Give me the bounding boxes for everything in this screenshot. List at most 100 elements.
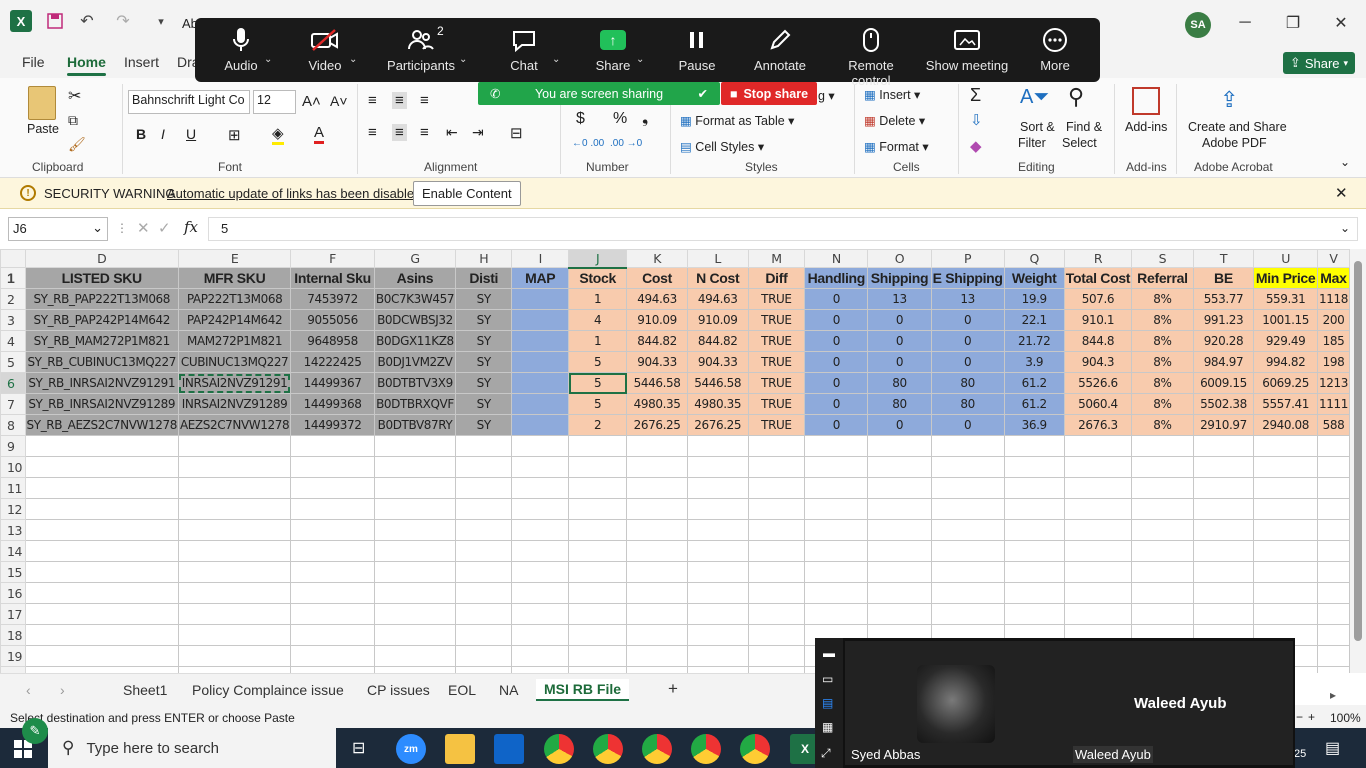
empty-cell[interactable] — [373, 498, 457, 520]
grid-cell[interactable] — [511, 330, 570, 352]
empty-cell[interactable] — [1316, 456, 1350, 478]
empty-cell[interactable] — [1253, 456, 1318, 478]
empty-cell[interactable] — [867, 456, 932, 478]
empty-cell[interactable] — [290, 603, 375, 625]
speaker-view-icon[interactable]: ▤ — [822, 696, 833, 710]
increase-font-icon[interactable]: A˄ — [302, 93, 321, 110]
empty-cell[interactable] — [1131, 603, 1194, 625]
header-cell[interactable]: Min Price — [1253, 267, 1318, 289]
grid-cell[interactable]: INRSAI2NVZ91291 — [177, 372, 292, 394]
grid-cell[interactable]: 1 — [568, 288, 628, 310]
grid-cell[interactable]: TRUE — [747, 372, 806, 394]
empty-cell[interactable] — [455, 519, 513, 541]
grid-cell[interactable]: 61.2 — [1003, 372, 1065, 394]
empty-cell[interactable] — [747, 519, 806, 541]
clear-icon[interactable]: ◆ — [970, 137, 982, 155]
empty-cell[interactable] — [290, 519, 375, 541]
decrease-font-icon[interactable]: A˅ — [330, 93, 348, 109]
row-header[interactable]: 10 — [0, 456, 26, 478]
header-cell[interactable]: MFR SKU — [177, 267, 292, 289]
empty-cell[interactable] — [568, 645, 628, 667]
empty-cell[interactable] — [373, 645, 457, 667]
row-header[interactable]: 6 — [0, 372, 26, 394]
grid-cell[interactable]: 507.6 — [1063, 288, 1133, 310]
scrollbar-thumb[interactable] — [1354, 261, 1362, 641]
grid-cell[interactable] — [511, 414, 570, 436]
font-size-select[interactable]: 12 — [253, 90, 296, 114]
empty-cell[interactable] — [177, 582, 292, 604]
column-header[interactable]: P — [930, 249, 1005, 268]
grid-cell[interactable]: SY — [455, 351, 513, 373]
single-view-icon[interactable]: ▭ — [822, 672, 833, 686]
empty-cell[interactable] — [1253, 603, 1318, 625]
empty-cell[interactable] — [867, 603, 932, 625]
grid-cell[interactable]: 8% — [1131, 372, 1194, 394]
grid-cell[interactable]: 844.8 — [1063, 330, 1133, 352]
grid-cell[interactable]: SY_RB_PAP222T13M068 — [24, 288, 179, 310]
column-header[interactable]: I — [511, 249, 570, 268]
grid-cell[interactable]: TRUE — [747, 414, 806, 436]
share-button[interactable]: ⇪ Share ▾ — [1283, 52, 1355, 74]
empty-cell[interactable] — [511, 456, 570, 478]
expand-icon[interactable]: ⤢ — [821, 746, 831, 761]
empty-cell[interactable] — [804, 540, 869, 562]
adobe-pdf-icon[interactable]: ⇪ — [1220, 87, 1238, 113]
grid-cell[interactable]: TRUE — [747, 330, 806, 352]
align-left-icon[interactable]: ≡ — [368, 124, 377, 141]
empty-cell[interactable] — [1253, 540, 1318, 562]
empty-cell[interactable] — [1253, 477, 1318, 499]
adobe-create-label-2[interactable]: Adobe PDF — [1202, 136, 1267, 150]
empty-cell[interactable] — [24, 435, 179, 457]
grid-cell[interactable] — [511, 309, 570, 331]
header-cell[interactable]: Weight — [1003, 267, 1065, 289]
empty-cell[interactable] — [930, 582, 1005, 604]
pen-icon[interactable]: ✎ — [22, 718, 48, 744]
select-all-corner[interactable] — [0, 249, 26, 268]
grid-cell[interactable]: 4980.35 — [686, 393, 749, 415]
empty-cell[interactable] — [747, 435, 806, 457]
header-cell[interactable]: Total Cost — [1063, 267, 1133, 289]
grid-cell[interactable]: 80 — [930, 372, 1005, 394]
grid-cell[interactable]: 0 — [930, 309, 1005, 331]
grid-cell[interactable]: 5526.6 — [1063, 372, 1133, 394]
empty-cell[interactable] — [686, 540, 749, 562]
empty-cell[interactable] — [455, 561, 513, 583]
add-sheet-icon[interactable]: + — [668, 679, 678, 699]
empty-cell[interactable] — [290, 456, 375, 478]
spreadsheet-grid[interactable]: D E F G H I J K L M N O P Q R S T U V 1 LISTED SKU MFR SKU Int… — [0, 249, 1350, 673]
row-header[interactable]: 7 — [0, 393, 26, 415]
sheet-tab-sheet1[interactable]: Sheet1 — [123, 682, 167, 698]
empty-cell[interactable] — [24, 456, 179, 478]
row-header[interactable]: 3 — [0, 309, 26, 331]
grid-cell[interactable]: 1111 — [1316, 393, 1350, 415]
grid-cell[interactable]: 61.2 — [1003, 393, 1065, 415]
grid-cell[interactable]: 8% — [1131, 309, 1194, 331]
grid-cell[interactable]: B0DGX11KZ8 — [373, 330, 457, 352]
empty-cell[interactable] — [511, 519, 570, 541]
empty-cell[interactable] — [1253, 498, 1318, 520]
font-name-select[interactable]: Bahnschrift Light Co — [128, 90, 250, 114]
empty-cell[interactable] — [1253, 435, 1318, 457]
header-cell[interactable]: BE — [1192, 267, 1255, 289]
empty-cell[interactable] — [804, 603, 869, 625]
grid-cell[interactable]: B0DCWBSJ32 — [373, 309, 457, 331]
row-header[interactable]: 12 — [0, 498, 26, 520]
grid-cell[interactable]: 5 — [568, 393, 628, 415]
empty-cell[interactable] — [455, 540, 513, 562]
empty-cell[interactable] — [373, 540, 457, 562]
insert-function-icon[interactable]: fx — [184, 218, 198, 236]
empty-cell[interactable] — [1131, 540, 1194, 562]
empty-cell[interactable] — [1003, 603, 1065, 625]
borders-icon[interactable]: ⊞ — [228, 126, 241, 144]
grid-cell[interactable]: 22.1 — [1003, 309, 1065, 331]
grid-cell[interactable]: 984.97 — [1192, 351, 1255, 373]
empty-cell[interactable] — [626, 561, 688, 583]
empty-cell[interactable] — [511, 645, 570, 667]
avatar[interactable]: SA — [1185, 12, 1211, 38]
empty-cell[interactable] — [373, 582, 457, 604]
align-right-icon[interactable]: ≡ — [420, 124, 429, 141]
empty-cell[interactable] — [930, 435, 1005, 457]
empty-cell[interactable] — [1003, 582, 1065, 604]
empty-cell[interactable] — [1316, 435, 1350, 457]
grid-cell[interactable]: 0 — [804, 414, 869, 436]
